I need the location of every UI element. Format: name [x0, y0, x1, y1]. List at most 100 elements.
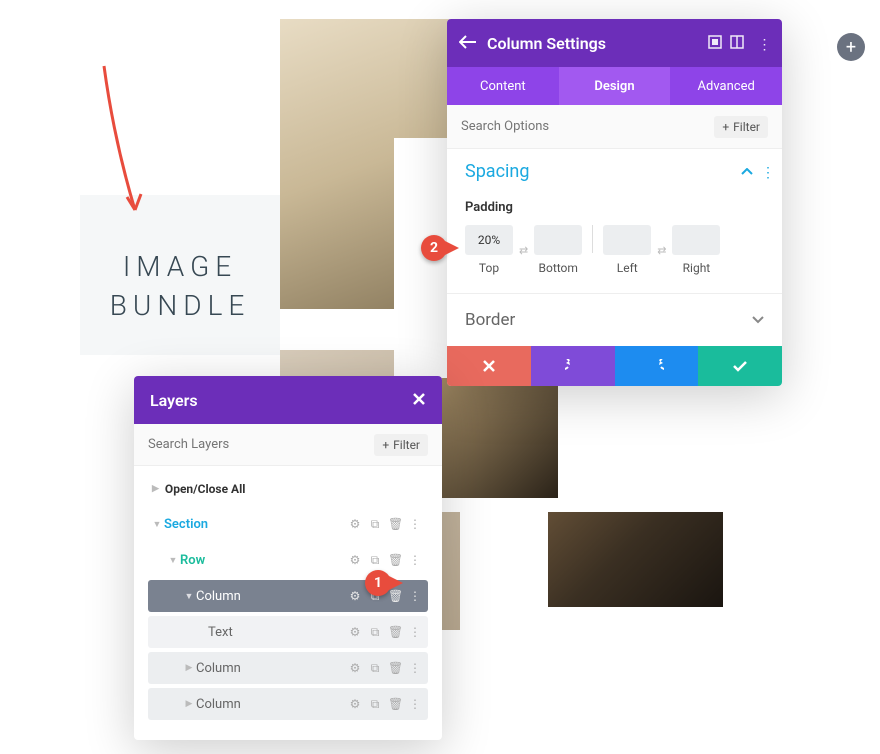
layers-filter-button[interactable]: + Filter	[374, 434, 428, 456]
caret-down-icon: ▼	[182, 591, 196, 602]
padding-top-input[interactable]	[465, 225, 513, 255]
step-marker-1: 1	[365, 570, 391, 596]
layers-header: Layers	[134, 376, 442, 424]
redo-button[interactable]	[615, 346, 699, 386]
undo-button[interactable]	[531, 346, 615, 386]
trash-icon[interactable]: 🗑	[388, 553, 402, 568]
step-number: 1	[374, 575, 382, 591]
trash-icon[interactable]: 🗑	[388, 517, 402, 532]
layer-label: Row	[180, 553, 348, 568]
gear-icon[interactable]: ⚙	[348, 661, 362, 676]
settings-footer	[447, 346, 782, 386]
more-icon[interactable]: ⋮	[408, 589, 422, 604]
step-number: 2	[430, 240, 438, 256]
layers-panel: Layers + Filter ▶ Open/Close All ▼ Secti…	[134, 376, 442, 740]
gear-icon[interactable]: ⚙	[348, 589, 362, 604]
chevron-up-icon	[741, 168, 753, 176]
layers-filter-label: Filter	[393, 438, 420, 452]
padding-left-input[interactable]	[603, 225, 651, 255]
border-section-header[interactable]: Border	[447, 293, 782, 346]
more-icon[interactable]: ⋮	[408, 661, 422, 676]
caret-right-icon: ▶	[182, 663, 196, 673]
duplicate-icon[interactable]: ⧉	[368, 625, 382, 640]
duplicate-icon[interactable]: ⧉	[368, 553, 382, 568]
check-icon	[732, 360, 748, 372]
padding-divider	[592, 225, 593, 253]
gear-icon[interactable]: ⚙	[348, 517, 362, 532]
link-icon-vertical[interactable]: ⇄	[519, 244, 528, 257]
cancel-button[interactable]	[447, 346, 531, 386]
layer-label: Text	[208, 625, 348, 640]
trash-icon[interactable]: 🗑	[388, 697, 402, 712]
chevron-down-icon	[752, 316, 764, 324]
trash-icon[interactable]: 🗑	[388, 625, 402, 640]
padding-right-label: Right	[683, 261, 711, 275]
filter-button[interactable]: + Filter	[714, 116, 768, 138]
gear-icon[interactable]: ⚙	[348, 697, 362, 712]
caret-right-icon: ▶	[182, 699, 196, 709]
padding-right-input[interactable]	[672, 225, 720, 255]
caret-down-icon: ▼	[166, 555, 180, 566]
duplicate-icon[interactable]: ⧉	[368, 661, 382, 676]
page-title: IMAGE BUNDLE	[80, 247, 280, 325]
layer-label: Column	[196, 589, 348, 604]
more-icon[interactable]: ⋮	[408, 625, 422, 640]
tab-design[interactable]: Design	[559, 67, 671, 105]
caret-down-icon: ▼	[150, 519, 164, 530]
tab-content[interactable]: Content	[447, 67, 559, 105]
border-title: Border	[465, 310, 515, 330]
filter-label: Filter	[733, 120, 760, 134]
layer-label: Column	[196, 697, 348, 712]
layer-column[interactable]: ▶ Column ⚙ ⧉ 🗑 ⋮	[148, 652, 428, 684]
expand-icon[interactable]	[704, 34, 726, 53]
layers-title: Layers	[150, 391, 198, 410]
layer-label: Column	[196, 661, 348, 676]
open-close-label: Open/Close All	[165, 482, 246, 496]
title-line-1: IMAGE	[123, 250, 237, 283]
layer-text[interactable]: Text ⚙ ⧉ 🗑 ⋮	[148, 616, 428, 648]
duplicate-icon[interactable]: ⧉	[368, 697, 382, 712]
step-marker-2: 2	[421, 235, 447, 261]
step-pointer-icon	[443, 240, 459, 256]
tab-advanced[interactable]: Advanced	[670, 67, 782, 105]
link-icon-horizontal[interactable]: ⇄	[657, 244, 666, 257]
plus-small-icon: +	[382, 438, 389, 452]
settings-more-icon[interactable]	[748, 34, 770, 53]
padding-label: Padding	[465, 200, 764, 215]
more-icon[interactable]: ⋮	[408, 697, 422, 712]
gear-icon[interactable]: ⚙	[348, 625, 362, 640]
add-fab-button[interactable]: +	[837, 33, 865, 61]
back-arrow-icon	[459, 35, 477, 49]
close-icon	[482, 359, 496, 373]
layer-section[interactable]: ▼ Section ⚙ ⧉ 🗑 ⋮	[148, 508, 428, 540]
step-pointer-icon	[387, 575, 403, 591]
back-button[interactable]	[459, 34, 483, 53]
settings-title: Column Settings	[487, 34, 704, 53]
settings-search-bar: + Filter	[447, 105, 782, 149]
trash-icon[interactable]: 🗑	[388, 661, 402, 676]
title-line-2: BUNDLE	[110, 289, 251, 322]
duplicate-icon[interactable]: ⧉	[368, 517, 382, 532]
padding-bottom-label: Bottom	[539, 261, 578, 275]
more-icon[interactable]: ⋮	[408, 553, 422, 568]
spacing-more-icon[interactable]	[761, 162, 764, 181]
column-settings-panel: Column Settings Content Design Advanced …	[447, 19, 782, 386]
layer-column[interactable]: ▶ Column ⚙ ⧉ 🗑 ⋮	[148, 688, 428, 720]
layers-close-button[interactable]	[412, 390, 426, 411]
save-button[interactable]	[698, 346, 782, 386]
gear-icon[interactable]: ⚙	[348, 553, 362, 568]
more-icon[interactable]: ⋮	[408, 517, 422, 532]
search-layers-input[interactable]	[148, 437, 374, 452]
padding-block: Padding Top ⇄ Bottom Left ⇄	[447, 194, 782, 293]
spacing-section-header[interactable]: Spacing	[447, 149, 782, 194]
padding-left-label: Left	[617, 261, 638, 275]
padding-bottom-input[interactable]	[534, 225, 582, 255]
undo-icon	[565, 359, 581, 373]
spacing-title: Spacing	[465, 161, 529, 182]
search-options-input[interactable]	[461, 119, 714, 134]
padding-top-label: Top	[479, 261, 499, 275]
settings-header: Column Settings	[447, 19, 782, 67]
collapse-icon[interactable]	[726, 34, 748, 53]
plus-small-icon: +	[722, 120, 729, 134]
open-close-all[interactable]: ▶ Open/Close All	[148, 474, 428, 508]
